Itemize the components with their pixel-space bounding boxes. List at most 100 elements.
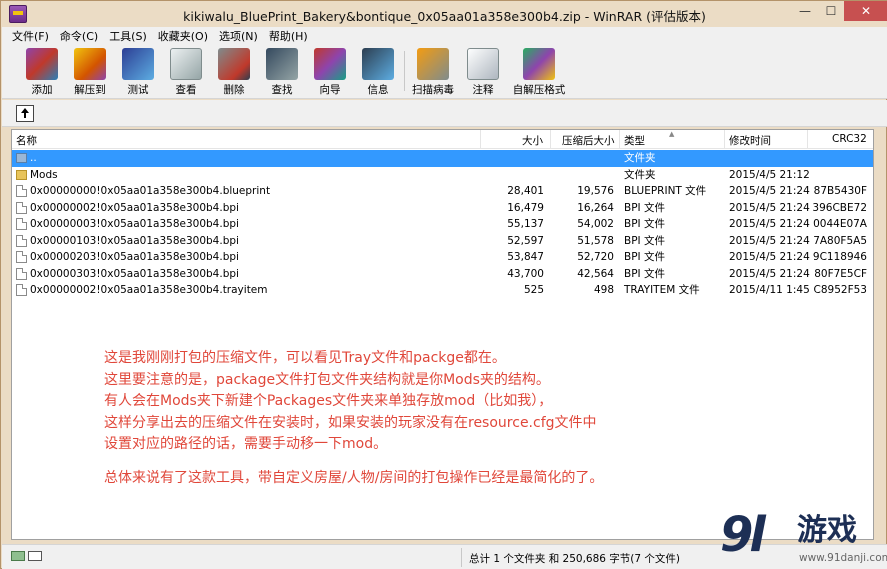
column-modified[interactable]: 修改时间	[729, 133, 771, 148]
drive-icon[interactable]	[11, 551, 25, 561]
column-divider[interactable]	[724, 130, 725, 149]
file-row[interactable]: 0x00000000!0x05aa01a358e300b4.blueprint 2…	[12, 183, 873, 200]
column-crc[interactable]: CRC32	[832, 133, 867, 145]
note-line: 有人会在Mods夹下新建个Packages文件夹来单独存放mod（比如我），	[104, 393, 553, 409]
info-button-label: 信息	[367, 84, 389, 96]
annotation-notes: 这是我刚刚打包的压缩文件，可以看见Tray文件和packge都在。 这里要注意的…	[104, 348, 744, 489]
file-type: BLUEPRINT 文件	[624, 185, 707, 197]
file-crc: 7A80F5A5	[813, 234, 867, 247]
file-packed-size: 52,720	[577, 251, 614, 263]
column-size[interactable]: 大小	[522, 133, 543, 148]
file-type: TRAYITEM 文件	[624, 284, 700, 296]
file-name: 0x00000003!0x05aa01a358e300b4.bpi	[30, 218, 239, 230]
add-button[interactable]: 添加	[20, 48, 64, 96]
file-name: 0x00000000!0x05aa01a358e300b4.blueprint	[30, 185, 271, 197]
note-line: 这里要注意的是，package文件打包文件夹结构就是你Mods夹的结构。	[104, 371, 550, 388]
file-type: BPI 文件	[624, 251, 665, 263]
info-button[interactable]: 信息	[356, 48, 400, 96]
file-row[interactable]: Mods 文件夹 2015/4/5 21:12	[12, 167, 873, 184]
file-modified: 2015/4/5 21:24	[729, 185, 810, 197]
status-divider	[461, 548, 462, 567]
sfx-icon	[523, 48, 555, 80]
keyboard-icon[interactable]	[28, 551, 42, 561]
column-divider[interactable]	[807, 130, 808, 149]
comment-icon	[467, 48, 499, 80]
file-row[interactable]: 0x00000003!0x05aa01a358e300b4.bpi 55,137 5…	[12, 216, 873, 233]
find-button-label: 查找	[271, 84, 293, 96]
file-row[interactable]: 0x00000103!0x05aa01a358e300b4.bpi 52,597 5…	[12, 233, 873, 250]
folder-icon	[16, 169, 27, 180]
site-watermark-logo: 9l 游戏 www.91danji.com	[720, 509, 887, 569]
delete-button[interactable]: 删除	[212, 48, 256, 96]
menu-file[interactable]: 文件(F)	[12, 28, 49, 44]
menu-bar: 文件(F) 命令(C) 工具(S) 收藏夹(O) 选项(N) 帮助(H)	[2, 27, 887, 45]
find-icon	[266, 48, 298, 80]
file-crc: 87B5430F	[813, 185, 867, 197]
extract-to-button-label: 解压到	[74, 84, 106, 96]
file-modified: 2015/4/5 21:12	[729, 168, 810, 181]
add-button-label: 添加	[31, 84, 53, 96]
file-size: 52,597	[507, 234, 544, 247]
file-type: BPI 文件	[624, 234, 665, 247]
file-crc: 80F7E5CF	[814, 267, 867, 280]
column-name[interactable]: 名称	[16, 133, 37, 148]
add-archive-icon	[26, 48, 58, 80]
file-modified: 2015/4/5 21:24	[729, 234, 810, 247]
menu-commands[interactable]: 命令(C)	[60, 28, 98, 44]
column-type[interactable]: 类型	[624, 133, 645, 148]
file-packed-size: 498	[593, 284, 614, 296]
maximize-button[interactable]: ☐	[818, 1, 844, 21]
file-crc: 396CBE72	[812, 201, 867, 214]
watermark-brand: 游戏	[797, 513, 857, 548]
test-button[interactable]: 测试	[116, 48, 160, 96]
file-size: 43,700	[507, 267, 544, 280]
file-row[interactable]: .. 文件夹	[12, 150, 873, 167]
note-line: 这是我刚刚打包的压缩文件，可以看见Tray文件和packge都在。	[104, 350, 506, 366]
file-name: 0x00000303!0x05aa01a358e300b4.bpi	[30, 267, 239, 280]
file-modified: 2015/4/11 1:45	[729, 284, 810, 296]
close-button[interactable]: ✕	[844, 1, 887, 21]
file-icon	[16, 185, 27, 197]
file-icon	[16, 234, 27, 247]
file-size: 16,479	[507, 201, 544, 214]
menu-tools[interactable]: 工具(S)	[109, 28, 147, 44]
file-row[interactable]: 0x00000303!0x05aa01a358e300b4.bpi 43,700 4…	[12, 266, 873, 283]
file-row[interactable]: 0x00000002!0x05aa01a358e300b4.bpi 16,479 1…	[12, 200, 873, 217]
file-row[interactable]: 0x00000002!0x05aa01a358e300b4.trayitem 52…	[12, 282, 873, 299]
note-line: 设置对应的路径的话，需要手动移一下mod。	[104, 436, 388, 452]
column-divider[interactable]	[619, 130, 620, 149]
menu-help[interactable]: 帮助(H)	[269, 28, 308, 44]
status-text: 总计 1 个文件夹 和 250,686 字节(7 个文件)	[469, 553, 680, 565]
menu-favorites[interactable]: 收藏夹(O)	[158, 28, 208, 44]
file-icon	[16, 267, 27, 280]
file-modified: 2015/4/5 21:24	[729, 218, 810, 230]
parent-folder-icon	[16, 153, 27, 163]
path-bar	[2, 100, 887, 127]
file-crc: C8952F53	[813, 284, 867, 296]
up-folder-icon[interactable]	[16, 105, 34, 122]
file-modified: 2015/4/5 21:24	[729, 201, 810, 214]
menu-options[interactable]: 选项(N)	[219, 28, 258, 44]
file-icon	[16, 251, 27, 263]
column-divider[interactable]	[480, 130, 481, 149]
find-button[interactable]: 查找	[260, 48, 304, 96]
view-button[interactable]: 查看	[164, 48, 208, 96]
file-icon	[16, 218, 27, 230]
file-packed-size: 19,576	[577, 185, 614, 197]
file-row[interactable]: 0x00000203!0x05aa01a358e300b4.bpi 53,847 5…	[12, 249, 873, 266]
view-icon	[170, 48, 202, 80]
toolbar: 添加 解压到 测试 查看 删除 查找 向导 信息 扫描病毒 注释 自解压格式	[2, 45, 887, 99]
file-packed-size: 51,578	[577, 234, 614, 247]
comment-button-label: 注释	[472, 84, 494, 96]
virus-scan-button[interactable]: 扫描病毒	[410, 48, 456, 96]
extract-to-button[interactable]: 解压到	[68, 48, 112, 96]
sfx-button[interactable]: 自解压格式	[509, 48, 569, 96]
column-divider[interactable]	[550, 130, 551, 149]
comment-button[interactable]: 注释	[461, 48, 505, 96]
wizard-icon	[314, 48, 346, 80]
file-crc: 0044E07A	[813, 218, 867, 230]
column-packed[interactable]: 压缩后大小	[562, 133, 615, 148]
wizard-button[interactable]: 向导	[308, 48, 352, 96]
file-type: 文件夹	[624, 168, 656, 181]
minimize-button[interactable]: —	[792, 1, 818, 21]
